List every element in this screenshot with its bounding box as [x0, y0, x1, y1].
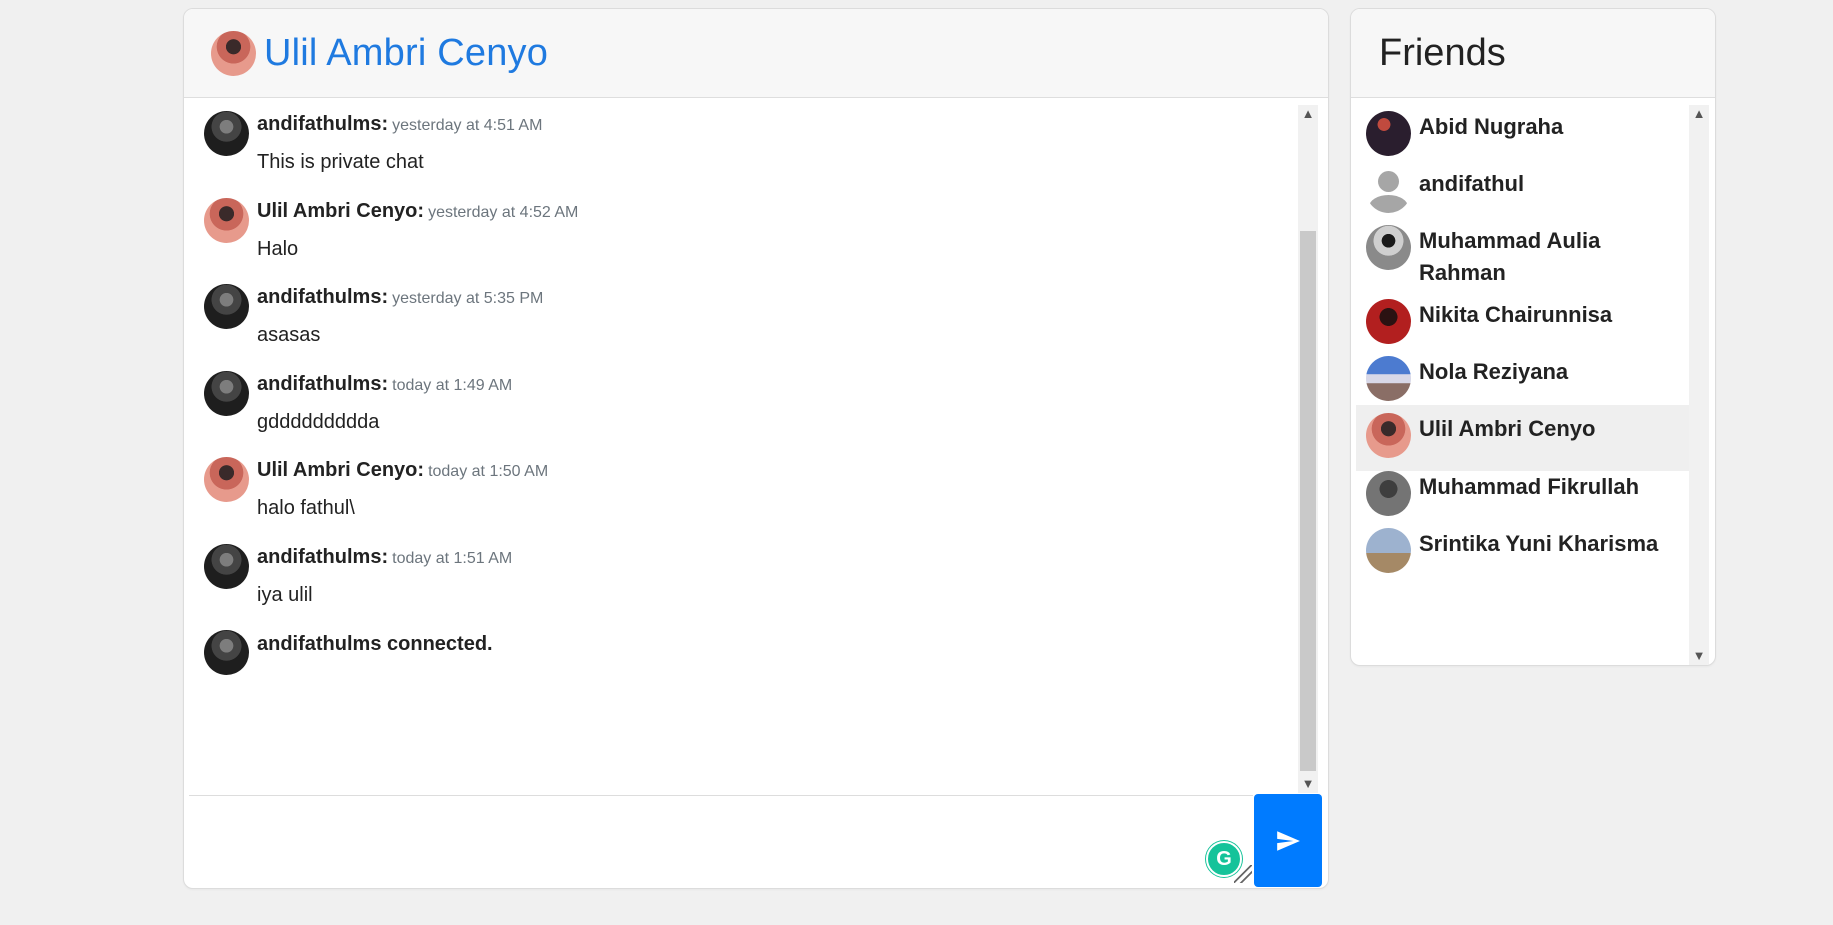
friend-name: Ulil Ambri Cenyo — [1419, 416, 1596, 441]
message-item: Ulil Ambri Cenyo: today at 1:50 AM halo f… — [204, 457, 548, 520]
avatar — [1366, 225, 1411, 270]
message-author: andifathulms: — [257, 373, 389, 395]
friend-item[interactable]: Muhammad Fikrullah — [1356, 471, 1689, 521]
message-author: Ulil Ambri Cenyo: — [257, 200, 425, 222]
chevron-up-icon[interactable]: ▲ — [1298, 105, 1318, 123]
friend-item[interactable]: Abid Nugraha — [1356, 111, 1689, 161]
message-item: andifathulms: yesterday at 4:51 AM This i… — [204, 111, 542, 174]
send-button[interactable] — [1254, 794, 1322, 887]
avatar — [1366, 299, 1411, 344]
avatar — [204, 284, 249, 329]
message-time: today at 1:49 AM — [392, 377, 513, 394]
message-text: gddddddddda — [257, 411, 380, 433]
friend-name: Srintika Yuni Kharisma — [1419, 531, 1659, 556]
message-author: andifathulms: — [257, 546, 389, 568]
message-time: yesterday at 5:35 PM — [392, 290, 544, 307]
message-input[interactable] — [190, 797, 1250, 883]
message-text: asasas — [257, 324, 321, 346]
friend-name: Abid Nugraha — [1419, 114, 1564, 139]
message-author: andifathulms: — [257, 286, 389, 308]
system-message-text: andifathulms connected. — [257, 633, 493, 655]
friends-panel: Friends Abid Nugraha andifathul Muhammad… — [1350, 8, 1716, 666]
message-text: halo fathul\ — [257, 497, 355, 519]
avatar — [204, 371, 249, 416]
avatar — [1366, 528, 1411, 573]
friend-item[interactable]: Nikita Chairunnisa — [1356, 299, 1689, 349]
friend-item[interactable]: andifathul — [1356, 168, 1689, 218]
message-item: andifathulms: today at 1:51 AM iya ulil — [204, 544, 512, 607]
message-time: today at 1:51 AM — [392, 550, 513, 567]
friends-title: Friends — [1379, 31, 1506, 74]
friends-list[interactable]: Abid Nugraha andifathul Muhammad Aulia R… — [1356, 99, 1694, 665]
message-author: andifathulms: — [257, 113, 389, 135]
friend-item[interactable]: Muhammad Aulia Rahman — [1356, 225, 1689, 291]
message-text: Halo — [257, 238, 299, 260]
chat-partner-avatar — [211, 30, 256, 76]
avatar — [204, 457, 249, 502]
message-time: today at 1:50 AM — [428, 463, 549, 480]
friend-name: Muhammad Fikrullah — [1419, 474, 1640, 499]
friend-item[interactable]: Nola Reziyana — [1356, 356, 1689, 406]
message-author: Ulil Ambri Cenyo: — [257, 459, 425, 481]
friends-scrollbar[interactable]: ▲ ▼ — [1689, 105, 1709, 665]
system-message-item: andifathulms connected. — [204, 630, 493, 675]
avatar — [204, 544, 249, 589]
avatar — [1366, 356, 1411, 401]
message-text: This is private chat — [257, 151, 424, 173]
chevron-down-icon[interactable]: ▼ — [1298, 775, 1318, 793]
avatar — [204, 630, 249, 675]
friend-item-active[interactable]: Ulil Ambri Cenyo — [1356, 405, 1689, 471]
message-time: yesterday at 4:52 AM — [428, 204, 579, 221]
message-text: iya ulil — [257, 584, 313, 606]
message-item: andifathulms: today at 1:49 AM gddddddddd… — [204, 371, 512, 434]
scrollbar-thumb[interactable] — [1300, 231, 1316, 771]
message-item: Ulil Ambri Cenyo: yesterday at 4:52 AM Ha… — [204, 198, 578, 261]
avatar — [204, 198, 249, 243]
composer-divider — [189, 795, 1253, 796]
message-time: yesterday at 4:51 AM — [392, 117, 543, 134]
avatar — [1366, 111, 1411, 156]
chevron-down-icon[interactable]: ▼ — [1689, 647, 1709, 665]
messages-scrollbar[interactable]: ▲ ▼ — [1298, 105, 1318, 793]
chat-panel: Ulil Ambri Cenyo andifathulms: yesterday … — [183, 8, 1329, 889]
default-avatar-icon — [1366, 168, 1411, 213]
avatar — [204, 111, 249, 156]
avatar — [1366, 471, 1411, 516]
friends-header: Friends — [1351, 9, 1715, 98]
chevron-up-icon[interactable]: ▲ — [1689, 105, 1709, 123]
chat-title[interactable]: Ulil Ambri Cenyo — [264, 32, 548, 75]
friend-item[interactable]: Srintika Yuni Kharisma — [1356, 528, 1689, 578]
friend-name: Nola Reziyana — [1419, 359, 1569, 384]
friend-name: Muhammad Aulia Rahman — [1419, 228, 1601, 285]
scrollbar-thumb[interactable] — [1691, 123, 1707, 647]
avatar — [1366, 413, 1411, 458]
friend-name: andifathul — [1419, 171, 1525, 196]
chat-header: Ulil Ambri Cenyo — [184, 9, 1328, 98]
messages-list[interactable]: andifathulms: yesterday at 4:51 AM This i… — [184, 99, 1297, 794]
message-item: andifathulms: yesterday at 5:35 PM asasas — [204, 284, 543, 347]
resize-handle-icon[interactable] — [1234, 865, 1252, 883]
friend-name: Nikita Chairunnisa — [1419, 302, 1613, 327]
send-icon — [1277, 830, 1300, 851]
